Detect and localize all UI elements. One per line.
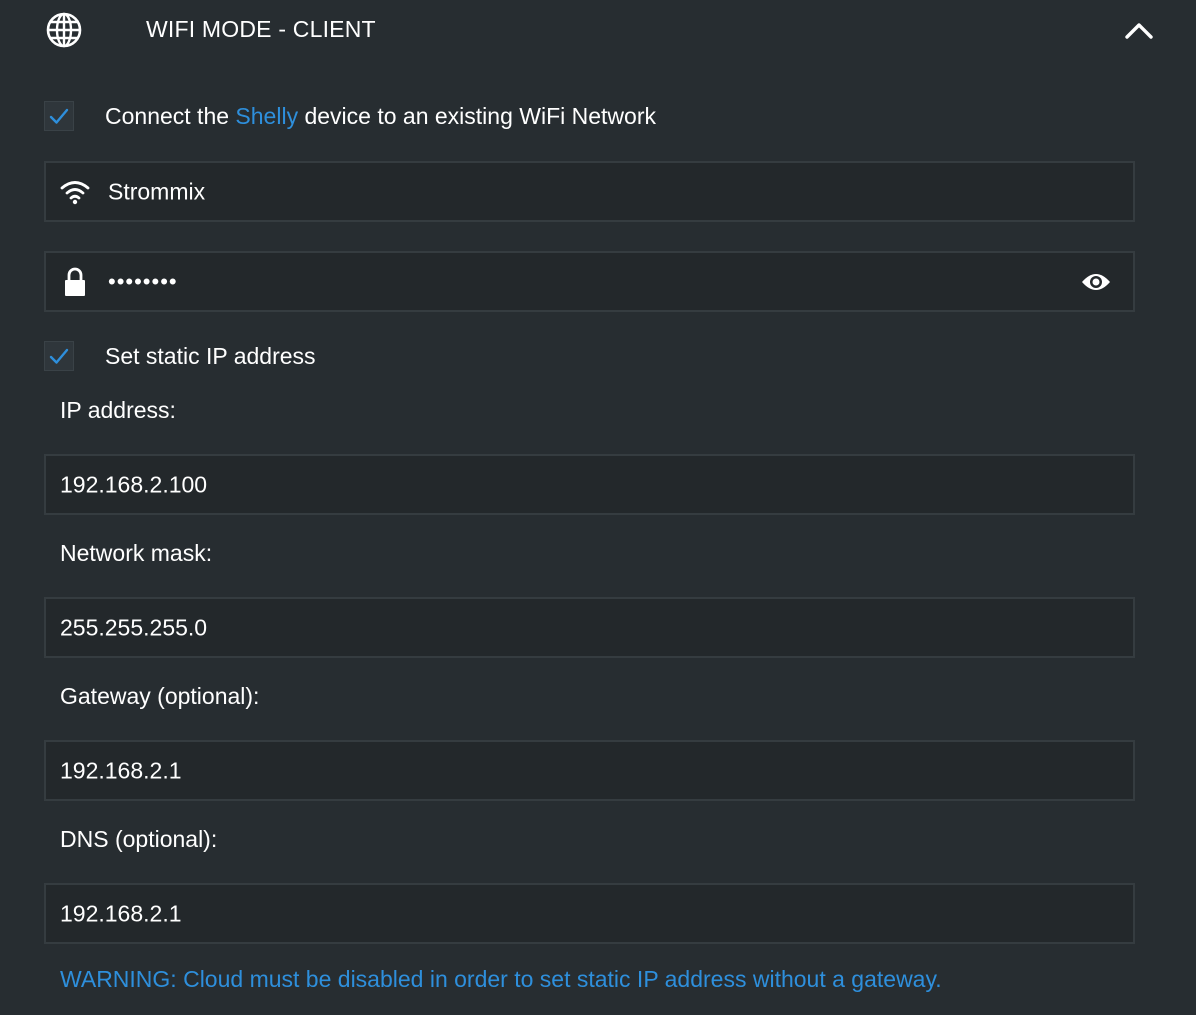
- connect-existing-network-label: Connect the Shelly device to an existing…: [105, 102, 656, 129]
- eye-icon[interactable]: [1080, 270, 1112, 294]
- network-mask-input[interactable]: 255.255.255.0: [44, 597, 1135, 658]
- ip-address-input[interactable]: 192.168.2.100: [44, 454, 1135, 515]
- cloud-warning-text: WARNING: Cloud must be disabled in order…: [60, 966, 942, 992]
- gateway-value: 192.168.2.1: [60, 757, 182, 783]
- ip-address-value: 192.168.2.100: [60, 471, 208, 497]
- chevron-up-icon[interactable]: [1124, 18, 1154, 42]
- static-ip-label: Set static IP address: [105, 342, 316, 369]
- dns-label: DNS (optional):: [60, 826, 218, 852]
- ssid-value: Strommix: [108, 178, 206, 204]
- checkmark-icon: [49, 108, 69, 124]
- gateway-label: Gateway (optional):: [60, 683, 260, 709]
- ip-address-label: IP address:: [60, 397, 176, 423]
- password-input[interactable]: ••••••••: [44, 251, 1135, 312]
- static-ip-checkbox[interactable]: [44, 341, 74, 371]
- ssid-input[interactable]: Strommix: [44, 161, 1135, 222]
- connect-existing-network-option[interactable]: Connect the Shelly device to an existing…: [44, 99, 656, 133]
- gateway-input[interactable]: 192.168.2.1: [44, 740, 1135, 801]
- section-title: WIFI MODE - CLIENT: [146, 16, 376, 42]
- wifi-icon: [60, 180, 90, 204]
- static-ip-option[interactable]: Set static IP address: [44, 339, 316, 373]
- wifi-client-settings-panel: WIFI MODE - CLIENT Connect the Shelly de…: [0, 0, 1196, 1015]
- section-header[interactable]: WIFI MODE - CLIENT: [0, 0, 1196, 62]
- network-mask-value: 255.255.255.0: [60, 614, 208, 640]
- lock-icon: [65, 267, 85, 296]
- globe-icon: [46, 12, 82, 48]
- dns-input[interactable]: 192.168.2.1: [44, 883, 1135, 944]
- password-value: ••••••••: [108, 268, 178, 294]
- brand-name: Shelly: [235, 102, 299, 129]
- connect-existing-network-checkbox[interactable]: [44, 101, 74, 131]
- checkmark-icon: [49, 348, 69, 364]
- dns-value: 192.168.2.1: [60, 900, 182, 926]
- network-mask-label: Network mask:: [60, 540, 213, 566]
